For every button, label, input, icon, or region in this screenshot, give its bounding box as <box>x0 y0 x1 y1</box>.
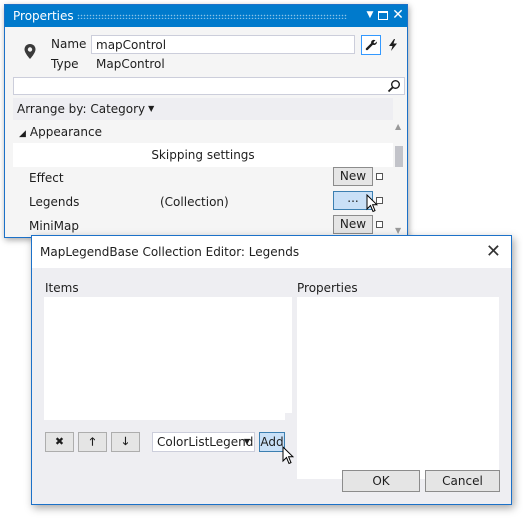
vertical-scrollbar[interactable]: ▲ ▼ <box>392 117 406 235</box>
items-list[interactable] <box>44 297 292 420</box>
mouse-cursor-icon <box>282 446 294 465</box>
skipping-settings-notice: Skipping settings <box>13 143 393 167</box>
dialog-title-bar[interactable]: MapLegendBase Collection Editor: Legends… <box>32 236 511 268</box>
property-row-label: Legends <box>29 195 80 209</box>
remove-icon: ✖ <box>54 435 65 448</box>
name-label: Name <box>51 37 87 51</box>
arrange-by-text: Arrange by: Category <box>17 102 146 116</box>
properties-tab-button[interactable] <box>361 35 381 55</box>
legend-type-value: ColorListLegend <box>157 435 254 449</box>
close-icon[interactable]: ✕ <box>486 241 501 262</box>
arrow-down-icon: 🡓 <box>122 435 129 448</box>
list-corner <box>285 413 292 420</box>
title-grip[interactable] <box>77 14 347 19</box>
wrench-icon <box>365 39 377 51</box>
property-row-label: Effect <box>29 171 64 185</box>
property-row-label: MiniMap <box>29 219 79 233</box>
scroll-down-icon[interactable]: ▼ <box>395 226 401 235</box>
effect-new-button[interactable]: New <box>333 167 373 186</box>
move-down-button[interactable]: 🡓 <box>111 432 140 452</box>
scroll-thumb[interactable] <box>395 146 403 167</box>
ok-button[interactable]: OK <box>342 470 420 492</box>
type-value: MapControl <box>96 57 165 71</box>
properties-label: Properties <box>297 281 358 295</box>
arrange-by-label: Arrange by: Category ▼ <box>17 102 154 116</box>
properties-title: Properties <box>13 9 74 23</box>
collection-editor-dialog: MapLegendBase Collection Editor: Legends… <box>31 235 512 505</box>
lightning-icon <box>389 39 397 51</box>
mouse-cursor-icon <box>366 194 378 213</box>
properties-window: Properties ▼ ✕ Name Type MapControl Arra… <box>4 4 408 238</box>
properties-title-bar[interactable]: Properties ▼ ✕ <box>5 5 407 27</box>
cancel-button[interactable]: Cancel <box>425 470 500 492</box>
properties-grid[interactable] <box>297 297 499 479</box>
type-label: Type <box>51 57 79 71</box>
move-up-button[interactable]: 🡑 <box>78 432 107 452</box>
dropdown-icon[interactable]: ▼ <box>363 8 377 22</box>
map-pin-icon <box>24 44 36 59</box>
property-marker[interactable] <box>376 173 383 180</box>
property-marker[interactable] <box>376 221 383 228</box>
legend-type-select[interactable]: ColorListLegend ▼ <box>152 432 255 452</box>
arrange-by-dropdown[interactable]: Arrange by: Category ▼ <box>13 98 393 120</box>
name-input[interactable] <box>91 35 355 54</box>
remove-item-button[interactable]: ✖ <box>45 432 74 452</box>
minimap-new-button[interactable]: New <box>333 215 373 234</box>
scroll-up-icon[interactable]: ▲ <box>395 122 401 131</box>
category-label: Appearance <box>29 125 102 139</box>
maximize-icon[interactable] <box>376 8 390 22</box>
search-icon[interactable] <box>387 79 401 93</box>
category-appearance[interactable]: ◢ Appearance <box>19 125 102 139</box>
events-tab-button[interactable] <box>383 35 403 55</box>
chevron-down-icon: ▼ <box>243 437 250 446</box>
expand-icon[interactable]: ◢ <box>19 129 26 139</box>
chevron-down-icon: ▼ <box>148 104 155 113</box>
property-search-input[interactable] <box>13 77 405 95</box>
items-label: Items <box>45 281 79 295</box>
arrow-up-icon: 🡑 <box>89 435 96 448</box>
close-icon[interactable]: ✕ <box>391 8 405 22</box>
dialog-title: MapLegendBase Collection Editor: Legends <box>40 245 300 259</box>
property-row-value: (Collection) <box>160 195 229 209</box>
